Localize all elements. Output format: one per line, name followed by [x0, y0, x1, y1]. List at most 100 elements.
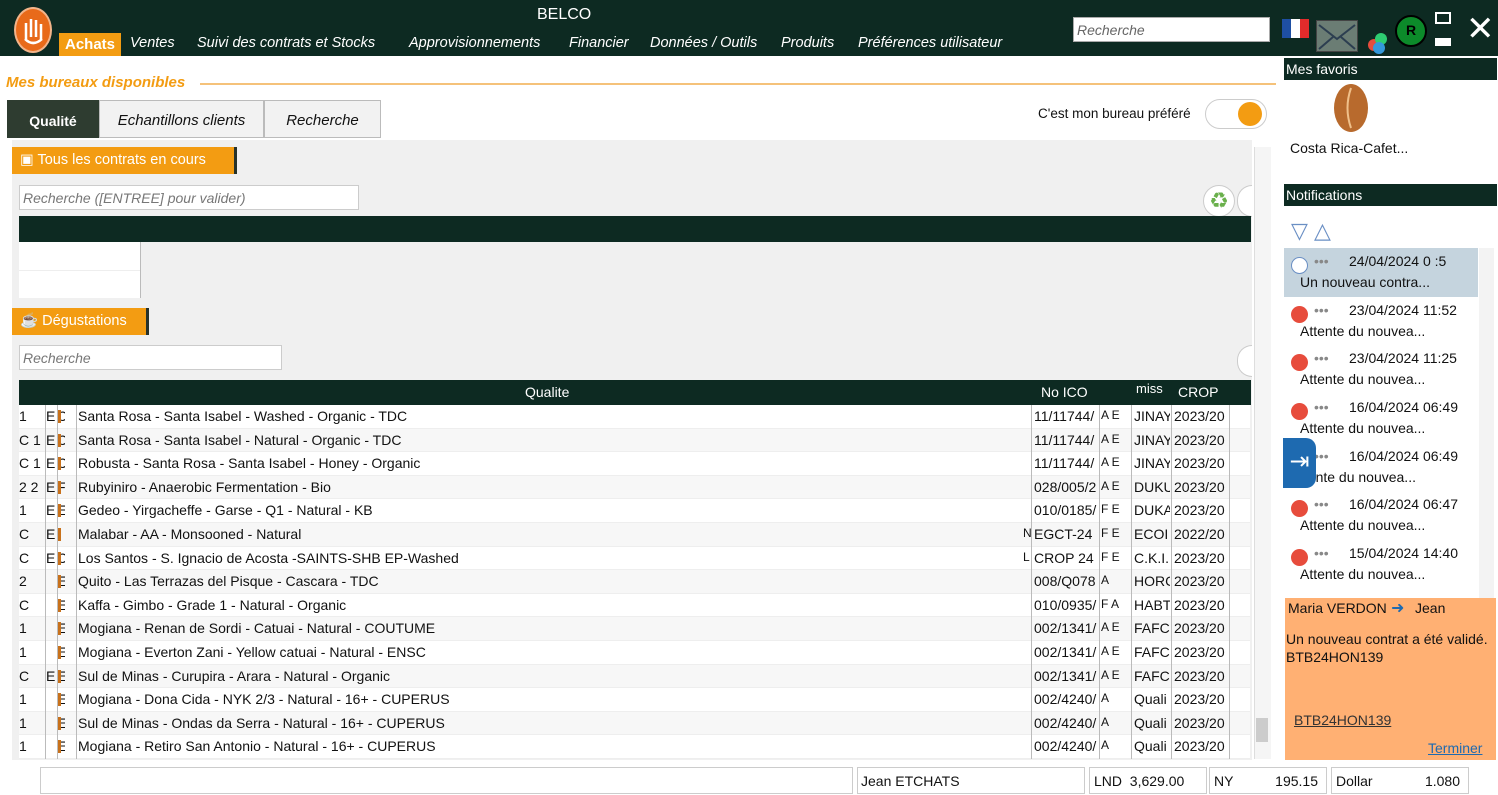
more-icon[interactable]: ••• — [1314, 399, 1329, 415]
table-row[interactable]: 1 E Sul de Minas - Ondas da Serra - Natura… — [19, 711, 1250, 736]
notification-item[interactable]: ••• 23/04/2024 11:25 Attente du nouvea... — [1284, 345, 1478, 394]
cell-c0: 2 — [19, 573, 27, 590]
table-row[interactable]: 1 E Mogiana - Everton Zani - Yellow catuai… — [19, 640, 1250, 665]
table-row[interactable]: 1 E Mogiana - Dona Cida - NYK 2/3 - Natura… — [19, 688, 1250, 713]
column-separator — [76, 452, 77, 477]
mail-icon[interactable] — [1316, 20, 1358, 52]
column-header-qualite[interactable]: Qualite — [525, 384, 569, 400]
column-header-crop[interactable]: CROP — [1178, 384, 1218, 400]
favorite-item[interactable]: Costa Rica-Cafet... — [1290, 140, 1408, 156]
cell-c1: E — [46, 455, 56, 472]
column-separator — [45, 688, 46, 713]
column-separator — [57, 428, 58, 453]
menu-ventes[interactable]: Ventes — [130, 35, 175, 51]
maximize-icon[interactable] — [1435, 12, 1451, 24]
alert-dot-icon — [1291, 354, 1308, 372]
table-row[interactable]: 1 E C Santa Rosa - Santa Isabel - Washed - … — [19, 405, 1250, 429]
contracts-tag[interactable]: ▣ Tous les contrats en cours — [12, 147, 237, 174]
more-icon[interactable]: ••• — [1314, 350, 1329, 366]
column-separator — [57, 570, 58, 595]
contract-icon: ▣ — [20, 152, 38, 168]
menu-produits[interactable]: Produits — [781, 35, 834, 51]
more-icon[interactable]: ••• — [1314, 253, 1329, 269]
column-separator — [76, 688, 77, 713]
menu-approvisionnements[interactable]: Approvisionnements — [409, 35, 540, 51]
column-separator — [1131, 640, 1132, 665]
tab-recherche[interactable]: Recherche — [264, 100, 381, 138]
notification-item[interactable]: ••• 23/04/2024 11:52 Attente du nouvea... — [1284, 297, 1478, 346]
column-separator — [1171, 593, 1172, 618]
tab-echantillons-clients[interactable]: Echantillons clients — [99, 100, 264, 138]
collapse-panel-icon[interactable]: ⇥ — [1283, 438, 1316, 488]
global-search-input[interactable]: Recherche — [1073, 17, 1270, 42]
sort-down-icon[interactable]: ▽ — [1291, 218, 1308, 243]
column-separator — [1229, 452, 1230, 477]
sample-color-marker — [58, 457, 61, 471]
table-row[interactable]: 1 E Mogiana - Renan de Sordi - Catuai - Na… — [19, 617, 1250, 642]
refresh-icon[interactable]: ♻ — [1203, 185, 1235, 217]
contracts-search-input[interactable]: Recherche ([ENTREE] pour valider) — [19, 185, 359, 210]
menu-donnees-outils[interactable]: Données / Outils — [650, 35, 757, 51]
more-icon[interactable]: ••• — [1314, 448, 1329, 464]
column-separator — [1031, 664, 1032, 689]
notification-text: Attente du nouvea... — [1300, 371, 1426, 388]
tastings-search-input[interactable]: Recherche — [19, 345, 282, 370]
notification-item[interactable]: ••• 16/04/2024 06:49 Attente du nouvea... — [1284, 394, 1478, 443]
cell-crop: 2023/20 — [1174, 643, 1225, 660]
column-separator — [1031, 711, 1032, 736]
menu-achats[interactable]: Achats — [59, 33, 121, 56]
tastings-tag[interactable]: ☕ Dégustations — [12, 308, 149, 335]
message-recipient: Jean — [1415, 600, 1446, 616]
column-header-miss[interactable]: miss — [1136, 381, 1163, 396]
column-separator — [1171, 570, 1172, 595]
notification-item[interactable]: ••• 16/04/2024 06:47 Attente du nouvea... — [1284, 491, 1478, 540]
contract-link[interactable]: BTB24HON139 — [1294, 712, 1391, 728]
table-row[interactable]: 2 2 E F Rubyiniro - Anaerobic Fermentation … — [19, 475, 1250, 500]
coffee-bean-icon[interactable] — [1334, 84, 1368, 132]
cell-miss: Quali — [1134, 691, 1167, 708]
table-row[interactable]: C E Kaffa - Gimbo - Grade 1 - Natural - Or… — [19, 593, 1250, 618]
notification-item[interactable]: ••• 15/04/2024 14:40 Attente du nouvea... — [1284, 540, 1478, 589]
column-separator — [76, 640, 77, 665]
sample-color-marker — [58, 669, 61, 683]
table-row[interactable]: 1 E Mogiana - Retiro San Antonio - Natural… — [19, 735, 1250, 760]
more-icon[interactable]: ••• — [1314, 545, 1329, 561]
table-row[interactable]: C 1 E C Santa Rosa - Santa Isabel - Natural… — [19, 428, 1250, 453]
menu-financier[interactable]: Financier — [569, 35, 629, 51]
main-scrollbar[interactable] — [1254, 147, 1271, 759]
french-flag-icon[interactable] — [1282, 19, 1309, 38]
tastings-table-body: 1 E C Santa Rosa - Santa Isabel - Washed - … — [19, 405, 1250, 760]
menu-preferences[interactable]: Préférences utilisateur — [858, 35, 1002, 51]
minimize-icon[interactable] — [1435, 38, 1451, 46]
notifications-scrollbar[interactable] — [1479, 248, 1494, 598]
contracts-table-body[interactable] — [19, 242, 141, 298]
terminer-link[interactable]: Terminer — [1428, 740, 1482, 756]
sort-up-icon[interactable]: △ — [1314, 218, 1331, 243]
table-row[interactable]: C E C Los Santos - S. Ignacio de Acosta -SA… — [19, 546, 1250, 571]
cell-x: F E — [1101, 549, 1120, 564]
user-status-icon[interactable]: R — [1395, 15, 1427, 47]
cell-c0: 1 — [19, 691, 27, 708]
column-separator — [1099, 499, 1100, 524]
belco-logo-icon[interactable] — [14, 7, 52, 53]
close-icon[interactable]: ✕ — [1466, 12, 1495, 46]
table-row[interactable]: 1 E E Gedeo - Yirgacheffe - Garse - Q1 - Na… — [19, 499, 1250, 524]
table-row[interactable]: C E E Sul de Minas - Curupira - Arara - Nat… — [19, 664, 1250, 689]
menu-suivi-contrats[interactable]: Suivi des contrats et Stocks — [197, 35, 375, 51]
tab-qualite[interactable]: Qualité — [7, 100, 99, 138]
shapes-icon[interactable] — [1368, 33, 1388, 54]
more-icon[interactable]: ••• — [1314, 302, 1329, 318]
table-row[interactable]: CEIMalabar - AA - Monsooned - NaturalNEG… — [19, 522, 1250, 547]
column-header-no-ico[interactable]: No ICO — [1041, 384, 1088, 400]
cell-x: F E — [1101, 525, 1120, 540]
cell-ico: 002/1341/ — [1034, 620, 1097, 637]
notification-item[interactable]: ••• 24/04/2024 0 :5 Un nouveau contra... — [1284, 248, 1478, 297]
main-scrollbar-thumb[interactable] — [1256, 718, 1268, 742]
table-row[interactable]: 2 E Quito - Las Terrazas del Pisque - Casc… — [19, 570, 1250, 595]
more-icon[interactable]: ••• — [1314, 496, 1329, 512]
column-separator — [1099, 522, 1100, 547]
table-row[interactable]: C 1 E C Robusta - Santa Rosa - Santa Isabel… — [19, 452, 1250, 477]
cell-c0: 1 — [19, 643, 27, 660]
sample-color-marker — [58, 433, 61, 447]
alert-dot-icon — [1291, 403, 1308, 421]
